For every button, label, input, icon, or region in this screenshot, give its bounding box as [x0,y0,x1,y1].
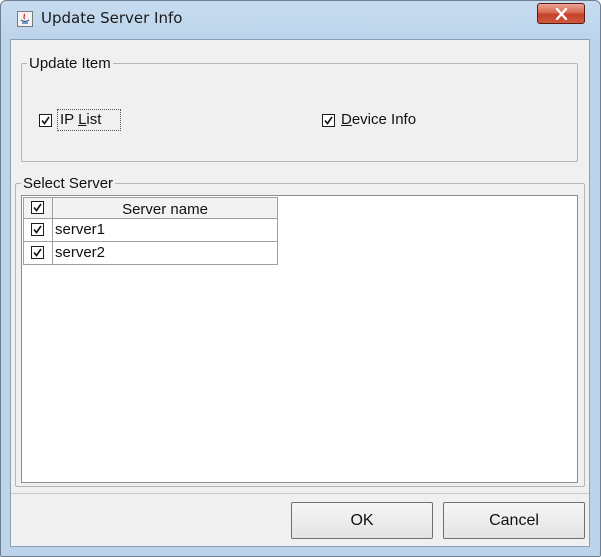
dialog-window: Update Server Info Update Item IP List D… [0,0,601,557]
checkmark-icon [41,116,50,125]
row-checkbox[interactable] [31,246,44,259]
title-bar[interactable]: Update Server Info [1,1,600,39]
update-item-group-title: Update Item [27,55,113,72]
window-title: Update Server Info [41,9,183,27]
checkmark-icon [324,116,333,125]
checkmark-icon [33,248,42,257]
server-name-cell[interactable]: server2 [55,244,105,261]
close-icon [555,8,568,20]
checkmark-icon [33,203,42,212]
device-info-label[interactable]: Device Info [341,111,416,128]
footer-divider [11,493,589,494]
device-info-checkbox[interactable] [322,114,335,127]
table-row[interactable]: server2 [23,242,278,265]
column-header-server-name[interactable]: Server name [53,201,277,218]
table-row[interactable]: server1 [23,219,278,242]
column-separator [52,219,53,241]
cancel-button[interactable]: Cancel [443,502,585,539]
java-app-icon [17,11,33,27]
ok-button[interactable]: OK [291,502,433,539]
select-server-group-title: Select Server [21,175,116,192]
ip-list-checkbox[interactable] [39,114,52,127]
row-checkbox[interactable] [31,223,44,236]
table-header: Server name [23,197,278,219]
close-button[interactable] [537,3,585,24]
update-item-group: Update Item IP List Device Info [21,55,578,162]
server-name-cell[interactable]: server1 [55,221,105,238]
server-table-scrollpane[interactable]: Server name server1 server2 [21,195,578,483]
checkmark-icon [33,225,42,234]
select-all-checkbox[interactable] [31,201,44,214]
dialog-content: Update Item IP List Device Info Select S… [10,39,590,547]
column-separator [52,242,53,264]
ip-list-label[interactable]: IP List [60,111,101,128]
